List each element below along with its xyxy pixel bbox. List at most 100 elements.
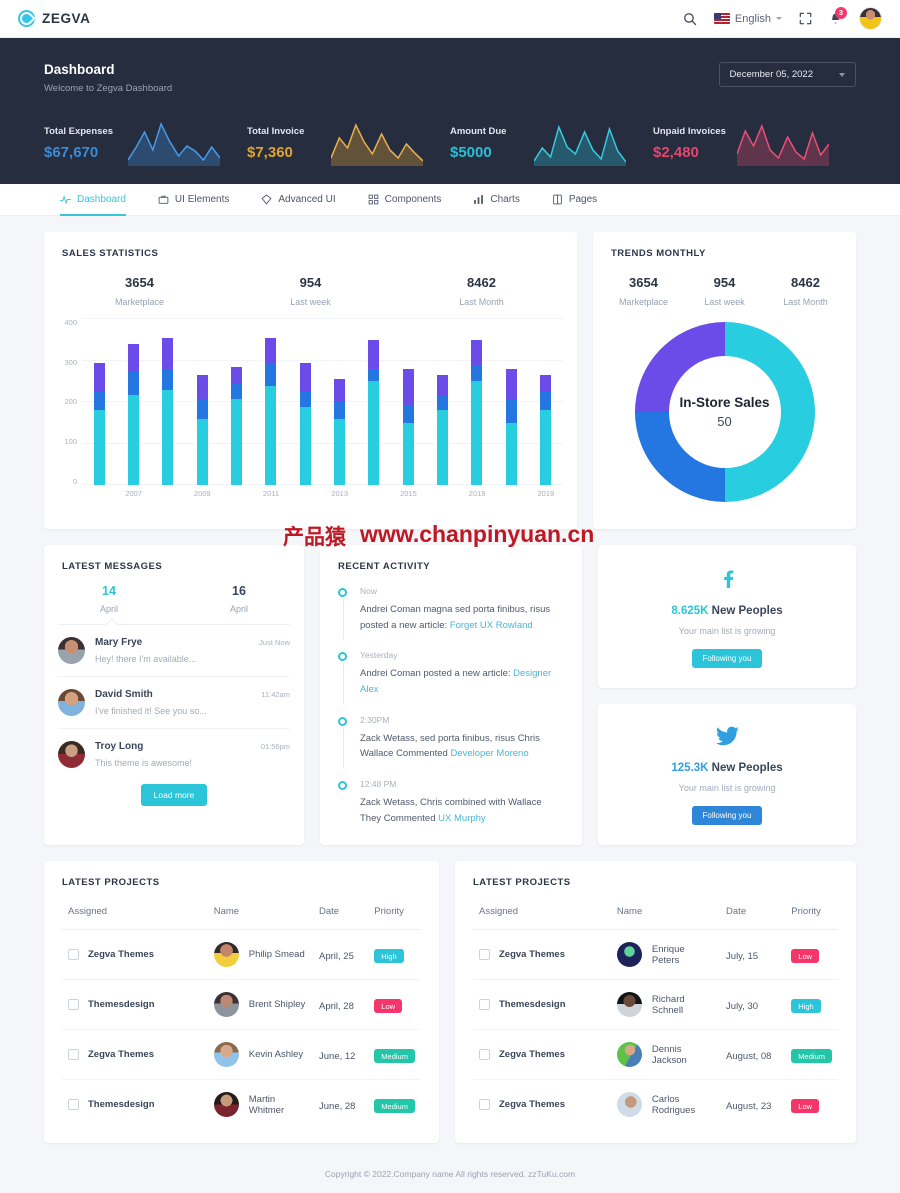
brand-logo[interactable]: ZEGVA [18,10,91,27]
bar-segment [299,406,311,485]
barchart-icon [474,195,484,204]
message-item[interactable]: Troy Long 01:56pm This theme is awesome! [58,729,290,780]
table-row[interactable]: Zegva Themes Carlos Rodrigues August, 23… [473,1080,838,1130]
table-row[interactable]: Themesdesign Martin Whitmer June, 28 Med… [62,1080,421,1130]
summary-number: 3654 [125,275,154,290]
nav-item-advanced-ui[interactable]: Advanced UI [245,184,351,215]
assigned-label: Zegva Themes [88,1049,154,1060]
avatar [616,992,642,1017]
row-checkbox[interactable] [479,1049,490,1060]
summary-label: Marketplace [114,297,165,307]
date-number: 14 [102,584,116,598]
timeline-marker [338,586,349,640]
card-title: LATEST PROJECTS [62,877,160,888]
activity-time: Yesterday [360,650,398,661]
user-avatar[interactable] [859,7,882,30]
row-checkbox[interactable] [68,1049,79,1060]
nav-item-components[interactable]: Components [352,184,458,215]
language-label: English [734,12,771,25]
bar-segment [93,410,105,485]
activity-item[interactable]: 2:30PM Zack Wetass, sed porta finibus, r… [338,715,564,779]
table-row[interactable]: Themesdesign Brent Shipley April, 28 Low [62,979,421,1030]
activity-text: Zack Wetass, sed porta finibus, risus Ch… [360,731,564,762]
row-checkbox[interactable] [479,949,490,960]
nav-label: UI Elements [174,194,230,205]
book-icon [553,194,562,205]
briefcase-icon [158,195,169,204]
row-checkbox[interactable] [68,999,79,1010]
bar-segment [265,337,277,364]
fullscreen-icon[interactable] [799,12,812,25]
recent-activity-card: RECENT ACTIVITY Now Andrei Coman magna s… [320,545,582,845]
table-row[interactable]: Themesdesign Richard Schnell July, 30 Hi… [473,979,838,1030]
activity-link[interactable]: Forget UX Rowland [450,620,533,631]
avatar [616,1092,642,1117]
timeline-marker [338,650,349,704]
table-header-row: Assigned Name Date Priority [62,894,421,930]
table-row[interactable]: Zegva Themes Kevin Ashley June, 12 Mediu… [62,1029,421,1080]
load-more-wrapper: Load more [44,780,304,822]
priority-badge: Low [791,949,820,963]
bar [93,362,105,485]
activity-timeline: Now Andrei Coman magna sed porta finibus… [320,572,582,842]
nav-item-ui-elements[interactable]: UI Elements [142,184,245,215]
bar [368,339,380,485]
row-checkbox[interactable] [68,1099,79,1110]
assigned-label: Themesdesign [499,999,566,1010]
assigned-label: Zegva Themes [499,1099,565,1110]
priority-badge: Medium [374,1049,415,1063]
gridline [82,318,563,319]
row-checkbox[interactable] [68,949,79,960]
facebook-follow-button[interactable]: Following you [691,649,763,668]
date-tab-16[interactable]: 16 April [174,584,304,614]
table-row[interactable]: Zegva Themes Dennis Jackson August, 08 M… [473,1029,838,1080]
date-picker-value: December 05, 2022 [729,69,813,80]
y-tick: 300 [64,357,77,367]
activity-item[interactable]: Yesterday Andrei Coman posted a new arti… [338,650,564,714]
trends-monthly-card: TRENDS MONTHLY 3654 Marketplace 954 Last… [593,232,856,529]
bar-segment [128,343,140,372]
nav-item-dashboard[interactable]: Dashboard [44,184,142,216]
date-value: July, 15 [726,950,759,962]
activity-link[interactable]: UX Murphy [438,813,486,824]
person-name: Carlos Rodrigues [651,1093,696,1116]
stat-card-amount-due: Amount Due $5000 [450,120,653,166]
bar-segment [128,394,140,485]
date-number: 16 [232,584,246,598]
us-flag-icon [713,13,730,24]
notifications-button[interactable]: 3 [829,6,847,26]
date-picker[interactable]: December 05, 2022 [718,62,856,87]
timeline-line [342,727,344,769]
nav-item-charts[interactable]: Charts [457,184,535,215]
latest-messages-card: LATEST MESSAGES 14 April 16 April Mary F… [44,545,304,845]
table-row[interactable]: Zegva Themes Enrique Peters July, 15 Low [473,929,838,980]
load-more-button[interactable]: Load more [140,784,208,806]
row-checkbox[interactable] [479,1099,490,1110]
table-row[interactable]: Zegva Themes Philip Smead April, 25 High [62,929,421,980]
row-checkbox[interactable] [479,999,490,1010]
bar-segment [93,362,105,392]
summary-label: Last Month [783,297,828,307]
activity-item[interactable]: Now Andrei Coman magna sed porta finibus… [338,586,564,650]
message-item[interactable]: David Smith 11:42am I've finished it! Se… [58,677,290,729]
assigned-label: Themesdesign [88,1099,155,1110]
nav-label: Advanced UI [278,194,336,205]
col-assigned: Assigned [62,894,208,930]
stat-value: $67,670 [44,143,99,161]
activity-link[interactable]: Developer Moreno [450,748,528,759]
date-value: August, 23 [726,1100,772,1112]
bar-segment [162,390,174,485]
gridline [82,359,563,361]
bar-segment [540,391,552,411]
col-assigned: Assigned [473,894,611,930]
nav-item-pages[interactable]: Pages [536,184,613,215]
assigned-label: Zegva Themes [499,949,565,960]
twitter-follow-button[interactable]: Following you [691,806,763,825]
projects-table-left: Assigned Name Date Priority Zegva Themes… [62,894,421,1129]
date-tab-14[interactable]: 14 April [44,584,174,614]
language-selector[interactable]: English [713,12,782,25]
activity-item[interactable]: 12:48 PM Zack Wetass, Chris combined wit… [338,779,564,826]
search-icon[interactable] [683,12,697,26]
message-item[interactable]: Mary Frye Just Now Hey! there I'm availa… [58,625,290,677]
bar-segment [368,339,380,369]
